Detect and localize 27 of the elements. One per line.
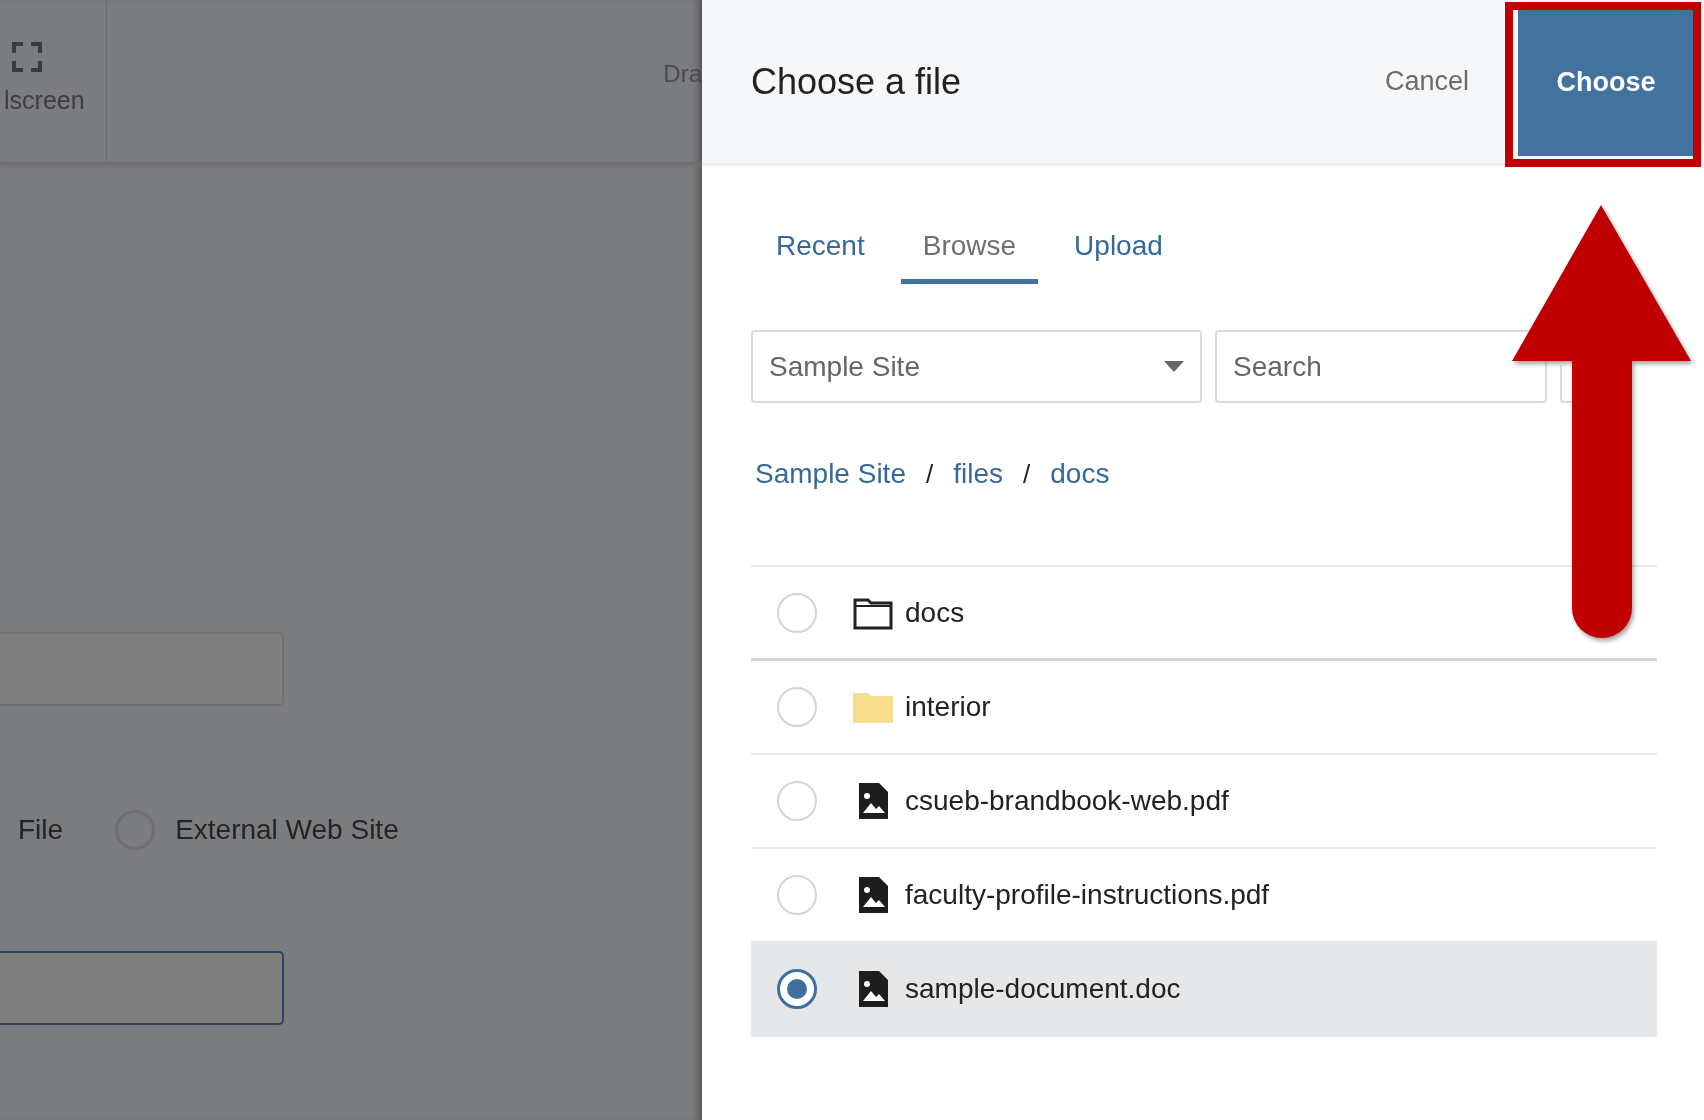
tab[interactable]: Upload [1052,217,1185,284]
file-row[interactable]: csueb-brandbook-web.pdf [751,755,1657,849]
file-name: sample-document.doc [905,972,1181,1006]
file-name: csueb-brandbook-web.pdf [905,784,1229,818]
breadcrumb-separator: / [1023,457,1031,491]
breadcrumb-link[interactable]: docs [1050,453,1110,495]
breadcrumb-separator: / [925,457,934,491]
tab[interactable]: Recent [754,217,887,284]
text-field[interactable] [0,951,284,1025]
choose-button[interactable]: Choose [1518,8,1694,156]
breadcrumb-link[interactable]: files [953,453,1003,495]
file-row[interactable]: sample-document.doc [751,943,1657,1037]
tab[interactable]: Browse [900,217,1039,284]
file-name: faculty-profile-instructions.pdf [905,878,1270,912]
breadcrumb-link[interactable]: Sample Site [755,453,906,495]
dialog-title: Choose a file [751,59,962,104]
option-label: External Web Site [175,813,399,847]
file-name: docs [905,595,965,630]
site-dropdown[interactable]: Sample Site [751,330,1202,403]
caret-icon [1164,360,1184,373]
fullscreen-icon[interactable] [12,42,42,73]
search-field[interactable]: Search [1215,330,1547,403]
cancel-button[interactable]: Cancel [1378,60,1475,103]
radio-button[interactable] [777,969,817,1009]
option-label: File [18,813,64,847]
file-name: interior [905,690,991,724]
file-row[interactable]: interior [751,661,1657,755]
